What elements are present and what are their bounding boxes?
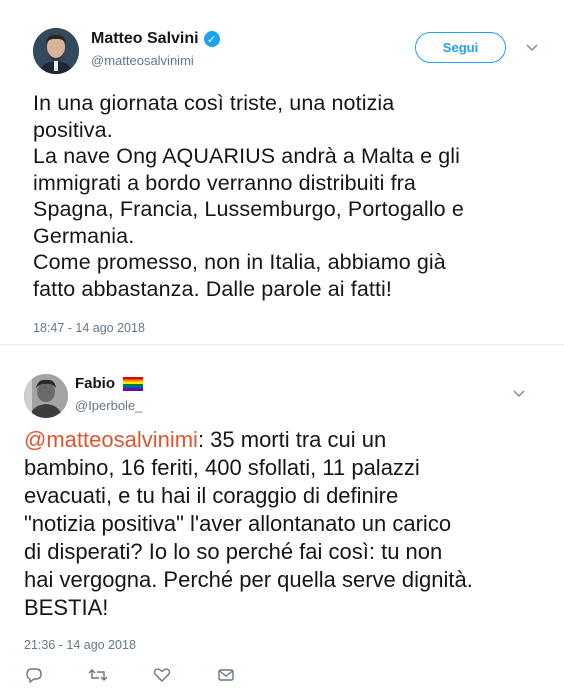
chevron-down-icon[interactable] — [511, 386, 527, 402]
tweet-line: di disperati? Io lo so perché fai così: … — [24, 539, 443, 564]
tweet-main: Matteo Salvini ✓ @matteosalvinimi Segui … — [0, 0, 564, 345]
tweet-line: In una giornata così triste, una notizia — [33, 91, 395, 115]
mention-link[interactable]: @matteosalvinimi — [24, 427, 198, 452]
tweet-text-fragment: : 35 morti tra cui un — [197, 427, 387, 452]
tweet-line: La nave Ong AQUARIUS andrà a Malta e gli — [33, 144, 461, 168]
author-row[interactable]: Fabio — [75, 375, 143, 392]
tweet-line: @matteosalvinimi: 35 morti tra cui un — [24, 426, 534, 454]
author-row[interactable]: Matteo Salvini ✓ — [91, 30, 220, 48]
tweet-line: immigrati a bordo verranno distribuiti f… — [33, 170, 416, 195]
verified-badge-icon: ✓ — [203, 31, 220, 47]
tweet-line: Spagna, Francia, Lussemburgo, Portogallo… — [33, 197, 464, 221]
author-handle[interactable]: @matteosalvinimi — [91, 53, 194, 68]
tweet-line: positiva. — [33, 117, 113, 142]
follow-button[interactable]: Segui — [415, 32, 506, 63]
tweet-line: Come promesso, non in Italia, abbiamo gi… — [33, 250, 446, 274]
timestamp[interactable]: 18:47 - 14 ago 2018 — [33, 321, 145, 335]
reply-icon[interactable] — [24, 665, 44, 685]
tweet-text: In una giornata così triste, una notizia… — [33, 90, 533, 302]
tweet-line: "notizia positiva" l'aver allontanato un… — [24, 511, 452, 536]
tweet-line: bambino, 16 feriti, 400 sfollati, 11 pal… — [24, 455, 420, 480]
tweet-reply: Fabio @Iperbole_ @matteosalvinimi: 35 mo… — [0, 356, 564, 694]
like-icon[interactable] — [152, 665, 172, 685]
chevron-down-icon[interactable] — [524, 40, 540, 56]
author-handle[interactable]: @Iperbole_ — [75, 398, 142, 413]
tweet-line: fatto abbastanza. Dalle parole ai fatti! — [33, 276, 392, 301]
tweet-text: @matteosalvinimi: 35 morti tra cui un ba… — [24, 426, 534, 622]
tweet-line: BESTIA! — [24, 595, 109, 620]
tweet-line: Germania. — [33, 223, 135, 248]
timestamp[interactable]: 21:36 - 14 ago 2018 — [24, 638, 136, 652]
author-name[interactable]: Fabio — [75, 375, 115, 392]
avatar[interactable] — [33, 28, 79, 74]
retweet-icon[interactable] — [88, 665, 108, 685]
tweet-line: hai vergogna. Perché per quella serve di… — [24, 567, 473, 592]
tweet-line: evacuati, e tu hai il coraggio di defini… — [24, 483, 399, 508]
avatar[interactable] — [24, 374, 68, 418]
author-name[interactable]: Matteo Salvini — [91, 30, 199, 48]
tweet-actions — [24, 665, 280, 685]
rainbow-flag-icon — [123, 376, 143, 391]
dm-icon[interactable] — [216, 665, 236, 685]
